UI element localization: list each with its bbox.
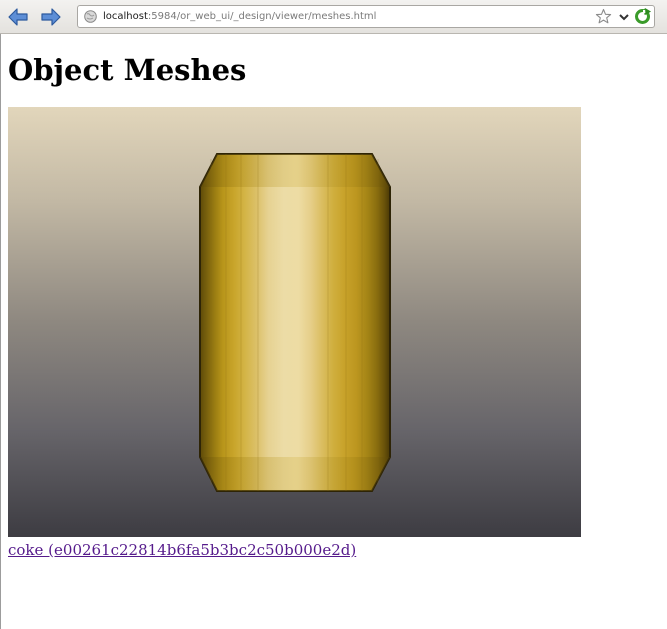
page-content: Object Meshes coke (e00261c22814b6fa5b3b… xyxy=(0,34,667,629)
address-bar[interactable]: localhost:5984/or_web_ui/_design/viewer/… xyxy=(77,5,655,28)
chevron-down-icon[interactable] xyxy=(617,10,631,24)
globe-icon xyxy=(84,10,97,23)
url-host: localhost xyxy=(103,11,148,22)
forward-arrow-icon xyxy=(41,8,61,26)
browser-toolbar: localhost:5984/or_web_ui/_design/viewer/… xyxy=(0,0,667,34)
mesh-viewer[interactable] xyxy=(8,107,581,537)
star-icon[interactable] xyxy=(595,8,612,25)
forward-button[interactable] xyxy=(40,6,62,28)
mesh-link-coke[interactable]: coke (e00261c22814b6fa5b3bc2c50b000e2d) xyxy=(8,540,356,560)
url-text: localhost:5984/or_web_ui/_design/viewer/… xyxy=(103,10,376,24)
reload-icon[interactable] xyxy=(633,7,652,26)
page-title: Object Meshes xyxy=(8,53,247,87)
back-arrow-icon xyxy=(8,8,28,26)
back-button[interactable] xyxy=(7,6,29,28)
url-path: :5984/or_web_ui/_design/viewer/meshes.ht… xyxy=(147,11,377,22)
can-mesh xyxy=(199,153,391,492)
